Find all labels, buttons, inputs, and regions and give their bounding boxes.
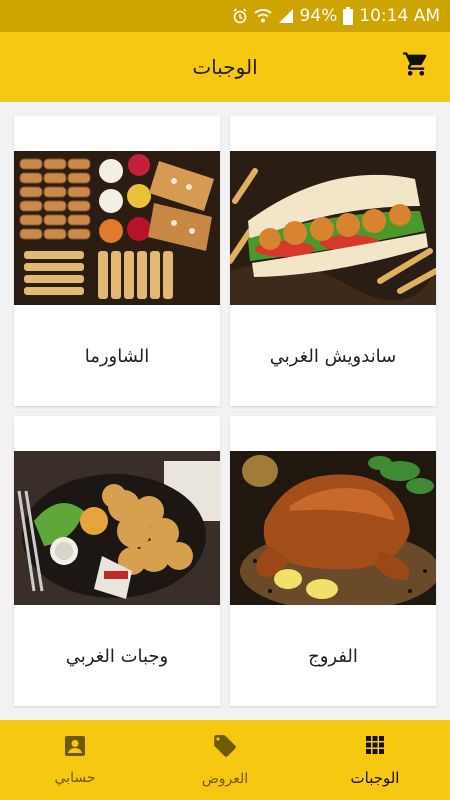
meal-card-western-meals[interactable]: وجبات الغربي (14, 416, 220, 706)
tag-icon (212, 733, 238, 763)
meal-label: الفروج (308, 646, 358, 667)
shrimp-sandwich-image (230, 151, 436, 305)
fried-meal-platter-image (14, 451, 220, 605)
shawarma-platter-image (14, 151, 220, 305)
tab-meals[interactable]: الوجبات (300, 720, 450, 800)
grid-icon (363, 733, 387, 761)
page-title: الوجبات (192, 55, 258, 79)
meal-label: الشاورما (84, 346, 150, 367)
tab-label: حسابي (54, 770, 96, 786)
cart-icon[interactable] (402, 50, 430, 78)
meal-card-shrimp-sandwich[interactable]: ساندويش الغربي (230, 116, 436, 406)
wifi-icon (253, 8, 272, 24)
meal-label: وجبات الغربي (65, 646, 169, 667)
account-icon (63, 734, 87, 762)
signal-icon (278, 8, 294, 24)
meal-card-shawarma[interactable]: الشاورما (14, 116, 220, 406)
tab-account[interactable]: حسابي (0, 720, 150, 800)
battery-icon (343, 7, 354, 25)
tab-label: العروض (201, 771, 249, 787)
meal-card-chicken[interactable]: الفروج (230, 416, 436, 706)
bottom-navigation: حسابي العروض الوجبات (0, 720, 450, 800)
status-bar: 94% 10:14 AM (0, 0, 450, 32)
clock: 10:14 AM (359, 6, 440, 26)
roast-chicken-image (230, 451, 436, 605)
app-bar: الوجبات (0, 32, 450, 102)
tab-offers[interactable]: العروض (150, 720, 300, 800)
alarm-icon (232, 8, 248, 24)
meal-label: ساندويش الغربي (269, 346, 397, 367)
tab-label: الوجبات (350, 769, 400, 787)
battery-percent: 94% (299, 6, 338, 26)
